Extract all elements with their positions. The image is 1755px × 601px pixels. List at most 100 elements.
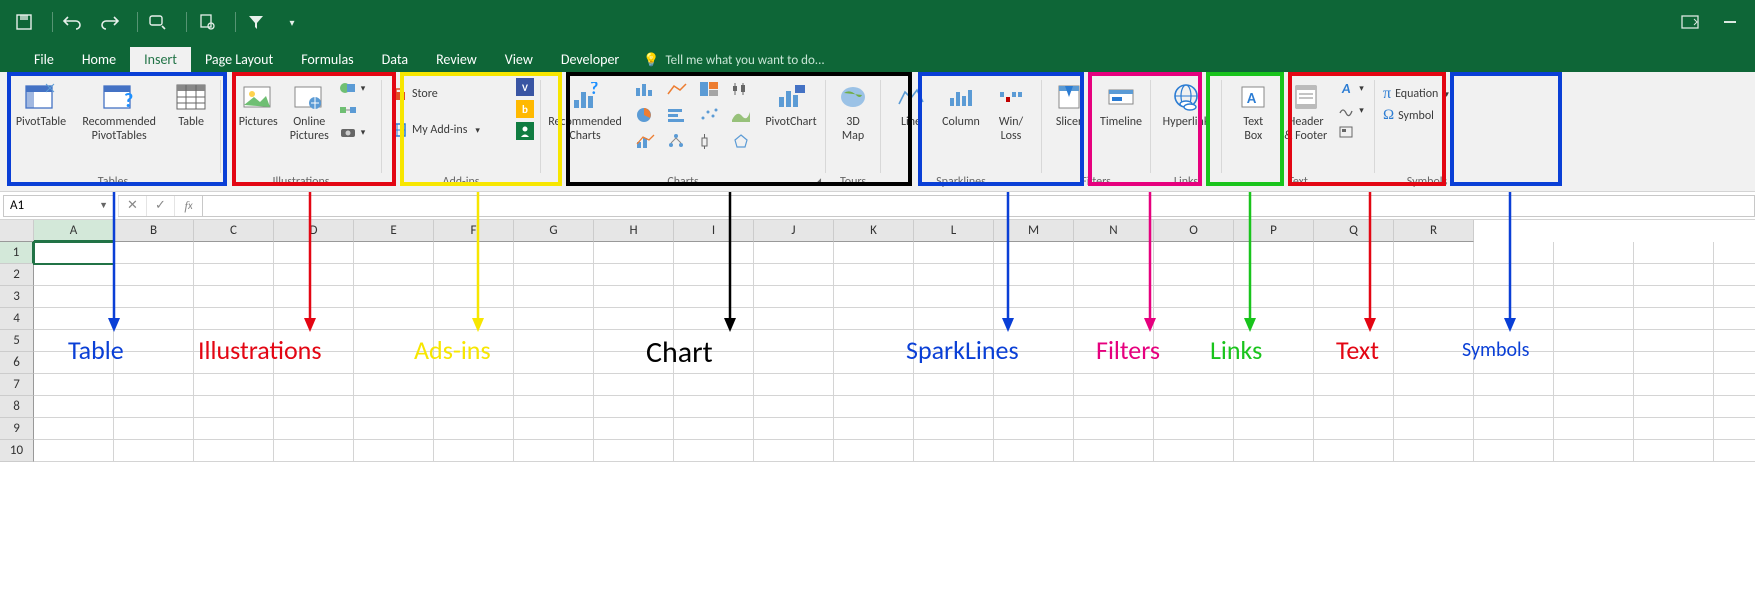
tab-insert[interactable]: Insert xyxy=(130,47,191,72)
redo-icon[interactable] xyxy=(95,8,123,36)
cell[interactable] xyxy=(1634,242,1714,264)
cell[interactable] xyxy=(114,286,194,308)
column-header[interactable]: H xyxy=(594,220,674,242)
cell[interactable] xyxy=(194,418,274,440)
cell[interactable] xyxy=(274,440,354,462)
cell[interactable] xyxy=(834,396,914,418)
cell[interactable] xyxy=(194,308,274,330)
filter-icon[interactable] xyxy=(242,8,270,36)
cell[interactable] xyxy=(594,308,674,330)
cell[interactable] xyxy=(1554,286,1634,308)
smartart-button[interactable] xyxy=(337,100,368,120)
cell[interactable] xyxy=(1394,286,1474,308)
cell[interactable] xyxy=(514,418,594,440)
cell[interactable] xyxy=(1074,440,1154,462)
cell[interactable] xyxy=(914,242,994,264)
cell[interactable] xyxy=(114,330,194,352)
cell[interactable] xyxy=(1234,418,1314,440)
cell[interactable] xyxy=(914,264,994,286)
cell[interactable] xyxy=(34,286,114,308)
cell[interactable] xyxy=(594,440,674,462)
chart-radar-icon[interactable] xyxy=(728,130,754,152)
row-header[interactable]: 9 xyxy=(0,418,34,440)
cell[interactable] xyxy=(674,440,754,462)
screenshot-button[interactable]: ▾ xyxy=(337,122,368,142)
cell[interactable] xyxy=(674,396,754,418)
chart-treemap-icon[interactable] xyxy=(696,78,722,100)
charts-dialog-launcher[interactable]: ◢ xyxy=(814,176,821,187)
hyperlink-button[interactable]: Hyperlink xyxy=(1159,78,1214,132)
chart-combo-icon[interactable] xyxy=(632,130,658,152)
cell[interactable] xyxy=(674,308,754,330)
cell[interactable] xyxy=(1554,352,1634,374)
cell[interactable] xyxy=(754,308,834,330)
cell[interactable] xyxy=(354,418,434,440)
cell[interactable] xyxy=(194,374,274,396)
cell[interactable] xyxy=(514,396,594,418)
shapes-button[interactable]: ▾ xyxy=(337,78,368,98)
cell[interactable] xyxy=(1714,286,1755,308)
textbox-button[interactable]: AText Box xyxy=(1230,78,1276,146)
pivottable-button[interactable]: PivotTable xyxy=(12,78,70,132)
enter-icon[interactable]: ✓ xyxy=(146,196,174,216)
cell[interactable] xyxy=(354,308,434,330)
cell[interactable] xyxy=(1714,330,1755,352)
cell[interactable] xyxy=(114,440,194,462)
cell[interactable] xyxy=(1314,440,1394,462)
cell[interactable] xyxy=(834,374,914,396)
row-header[interactable]: 7 xyxy=(0,374,34,396)
symbol-button[interactable]: ΩSymbol xyxy=(1381,106,1473,125)
row-header[interactable]: 1 xyxy=(0,242,34,264)
cell[interactable] xyxy=(514,374,594,396)
cell[interactable] xyxy=(114,374,194,396)
visio-addin-icon[interactable]: V xyxy=(516,78,534,96)
cell[interactable] xyxy=(1154,286,1234,308)
cell[interactable] xyxy=(834,330,914,352)
sparkline-column-button[interactable]: Column xyxy=(938,78,984,132)
cell[interactable] xyxy=(1314,264,1394,286)
cell[interactable] xyxy=(754,286,834,308)
cell[interactable] xyxy=(1714,396,1755,418)
cell[interactable] xyxy=(514,286,594,308)
cell[interactable] xyxy=(194,242,274,264)
cell[interactable] xyxy=(914,418,994,440)
column-header[interactable]: K xyxy=(834,220,914,242)
chart-scatter-icon[interactable] xyxy=(696,104,722,126)
cell[interactable] xyxy=(1714,264,1755,286)
cell[interactable] xyxy=(1314,242,1394,264)
cell[interactable] xyxy=(354,242,434,264)
cell[interactable] xyxy=(34,440,114,462)
undo-icon[interactable] xyxy=(59,8,87,36)
cell[interactable] xyxy=(1394,396,1474,418)
cell[interactable] xyxy=(1314,286,1394,308)
cell[interactable] xyxy=(1314,374,1394,396)
cell[interactable] xyxy=(514,264,594,286)
cell[interactable] xyxy=(1554,374,1634,396)
timeline-button[interactable]: Timeline xyxy=(1096,78,1146,132)
cell[interactable] xyxy=(274,418,354,440)
pictures-button[interactable]: Pictures xyxy=(235,78,282,132)
cell[interactable] xyxy=(754,242,834,264)
cell[interactable] xyxy=(914,440,994,462)
cell[interactable] xyxy=(274,396,354,418)
cell[interactable] xyxy=(914,308,994,330)
cell[interactable] xyxy=(1474,418,1554,440)
row-header[interactable]: 8 xyxy=(0,396,34,418)
column-header[interactable]: R xyxy=(1394,220,1474,242)
cell[interactable] xyxy=(1394,440,1474,462)
pivotchart-button[interactable]: PivotChart xyxy=(758,78,824,132)
cell[interactable] xyxy=(1154,374,1234,396)
cell[interactable] xyxy=(1314,308,1394,330)
cell[interactable] xyxy=(994,374,1074,396)
cell[interactable] xyxy=(994,440,1074,462)
tab-data[interactable]: Data xyxy=(368,47,422,72)
cell[interactable] xyxy=(194,286,274,308)
cell[interactable] xyxy=(1634,418,1714,440)
cell[interactable] xyxy=(1554,440,1634,462)
cell[interactable] xyxy=(354,264,434,286)
cell[interactable] xyxy=(1714,242,1755,264)
cell[interactable] xyxy=(1154,396,1234,418)
column-header[interactable]: A xyxy=(34,220,114,242)
cell[interactable] xyxy=(914,396,994,418)
cell[interactable] xyxy=(1634,374,1714,396)
